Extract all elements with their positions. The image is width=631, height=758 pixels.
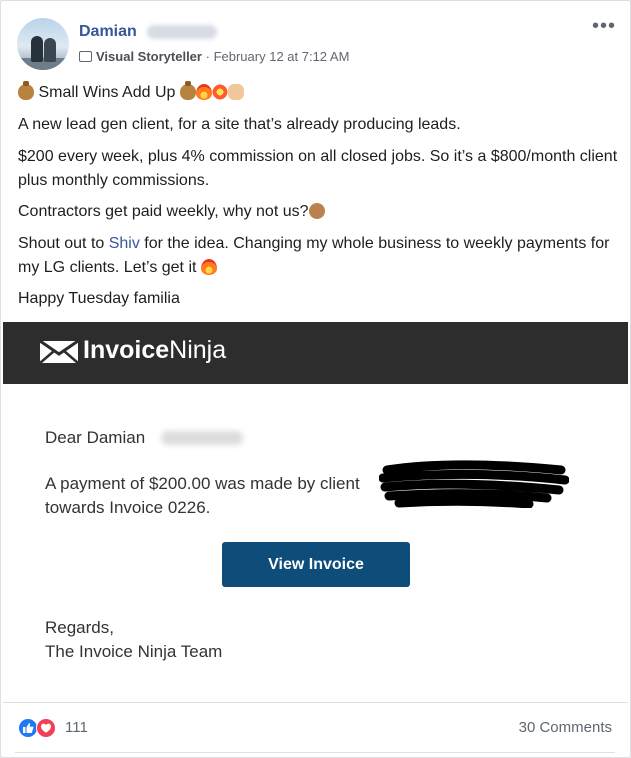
- more-options-icon[interactable]: •••: [592, 15, 616, 38]
- post-text: Shout out to: [18, 235, 109, 252]
- divider: [15, 752, 615, 753]
- avatar-ground: [17, 58, 69, 70]
- post-line: A new lead gen client, for a site that’s…: [18, 116, 461, 133]
- invoice-greeting: Dear Damian: [45, 428, 146, 447]
- post-meta: Visual Storyteller · February 12 at 7:12…: [79, 49, 349, 64]
- meta-separator: ·: [205, 49, 210, 64]
- post-line: $200 every week, plus 4% commission on a…: [18, 148, 618, 189]
- invoice-team: The Invoice Ninja Team: [45, 642, 223, 661]
- view-invoice-button[interactable]: View Invoice: [222, 542, 410, 587]
- invoice-body[interactable]: Dear Damian A payment of $200.00 was mad…: [3, 384, 628, 703]
- post-line: Contractors get paid weekly, why not us?: [18, 200, 618, 224]
- brand-bold: Invoice: [83, 336, 170, 364]
- reaction-count: 111: [65, 719, 88, 736]
- greeting-redacted: [161, 431, 243, 445]
- redaction-scribble: [379, 460, 569, 508]
- invoice-brand: InvoiceNinja: [83, 336, 226, 365]
- invoice-header[interactable]: InvoiceNinja: [3, 322, 628, 384]
- post-line: Happy Tuesday familia: [18, 290, 180, 307]
- post-card: Damian Visual Storyteller · February 12 …: [0, 0, 631, 758]
- money-bag-icon: [179, 81, 196, 100]
- post-text: Contractors get paid weekly, why not us?: [18, 203, 309, 220]
- author-name[interactable]: Damian: [79, 23, 137, 41]
- shrug-icon: [308, 203, 325, 219]
- avatar-person: [44, 38, 56, 62]
- post-line: Small Wins Add Up: [18, 81, 618, 105]
- mention-link[interactable]: Shiv: [109, 235, 140, 252]
- badge-icon: [79, 51, 92, 62]
- post-headline: Small Wins Add Up: [38, 84, 176, 101]
- avatar-person: [31, 36, 43, 62]
- author-lastname-redacted: [147, 25, 217, 39]
- badge-label[interactable]: Visual Storyteller: [96, 49, 202, 64]
- invoice-regards: Regards,: [45, 618, 114, 637]
- envelope-logo-icon: [39, 339, 79, 364]
- raising-hands-icon: [227, 84, 244, 100]
- fire-icon: [200, 259, 217, 275]
- collision-icon: [211, 84, 228, 100]
- comments-count[interactable]: 30 Comments: [519, 719, 612, 736]
- like-icon: [18, 718, 38, 738]
- money-bag-icon: [18, 81, 34, 100]
- invoice-payment-line: A payment of $200.00 was made by client: [45, 474, 360, 493]
- fire-icon: [195, 84, 212, 100]
- post-timestamp[interactable]: February 12 at 7:12 AM: [214, 49, 350, 64]
- post-line: Shout out to Shiv for the idea. Changing…: [18, 232, 618, 280]
- avatar[interactable]: [17, 18, 69, 70]
- brand-light: Ninja: [169, 336, 227, 364]
- invoice-towards-line: towards Invoice 0226.: [45, 498, 211, 517]
- love-icon: [36, 718, 56, 738]
